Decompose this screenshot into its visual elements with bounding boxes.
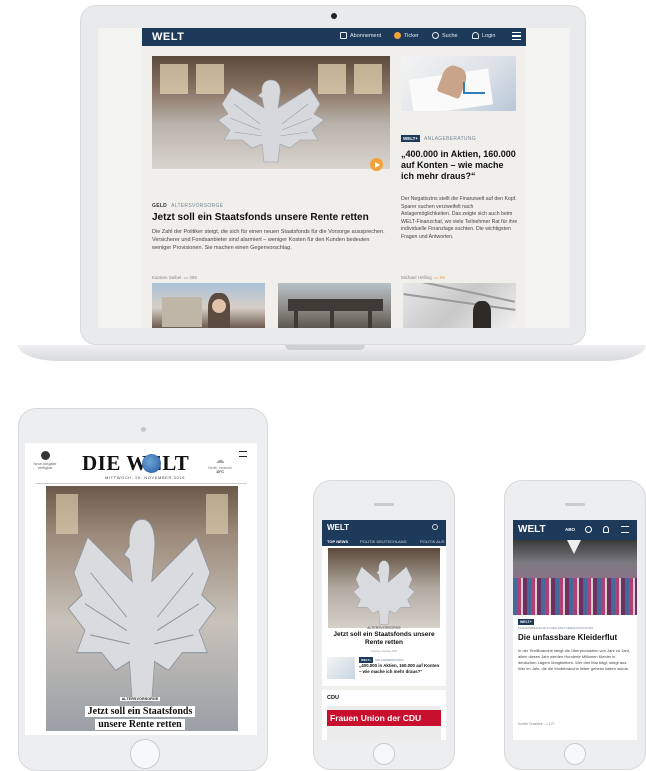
- laptop-screen: WELT Abonnement Ticker Suche Login GELD …: [98, 28, 570, 328]
- globe-icon: [142, 454, 161, 473]
- hero-comments[interactable]: 495: [189, 275, 197, 280]
- phone-1-speaker: [374, 503, 394, 506]
- phone-1-section-image[interactable]: Frauen Union der CDU: [327, 706, 441, 740]
- video-play-button[interactable]: [370, 158, 383, 171]
- ticker-icon: [394, 32, 401, 39]
- nav-suche[interactable]: Suche: [432, 32, 458, 39]
- divider: [35, 483, 247, 484]
- nav-abonnement[interactable]: Abonnement: [340, 32, 381, 39]
- tab-politik-ausland[interactable]: POLITIK AUS: [420, 539, 444, 544]
- comment-icon: ▭: [544, 722, 548, 726]
- search-icon: [432, 32, 439, 39]
- eagle-icon: [67, 518, 217, 703]
- tablet-headline: Jetzt soll ein Staatsfonds unsere Rente …: [75, 705, 205, 731]
- phone-1-item-headline[interactable]: „400.000 in Aktien, 160.000 auf Konten –…: [359, 663, 441, 674]
- user-icon: [472, 32, 479, 39]
- divider: [322, 686, 446, 690]
- side-article-image[interactable]: [401, 56, 516, 111]
- side-headline[interactable]: „400.000 in Aktien, 160.000 auf Konten –…: [401, 149, 519, 182]
- phone-2-screen: WELT ABO WELT+ FASHIONBRANCHE IN DER WEL…: [513, 520, 637, 740]
- comment-icon: ▭: [183, 275, 189, 280]
- search-icon[interactable]: [432, 524, 438, 530]
- phone-1-meta: Karsten Seibel 495: [371, 649, 397, 653]
- teaser-tile-2[interactable]: [278, 283, 391, 328]
- phone-1-item-image[interactable]: [327, 657, 355, 679]
- phone-1-hero-image[interactable]: [328, 548, 440, 628]
- welt-logo[interactable]: WELT: [152, 31, 184, 43]
- side-kicker-row: WELT+ ANLAGEBERATUNG: [401, 135, 476, 142]
- phone-1-kicker: ALTERSVORSORGE: [367, 626, 401, 630]
- side-comments[interactable]: 99: [440, 275, 445, 280]
- comment-icon: ▭: [434, 275, 439, 280]
- hero-author[interactable]: Karsten Seibel: [152, 275, 181, 280]
- edition-date: MITTWOCH, 20. NOVEMBER 2019: [105, 475, 185, 480]
- tab-top-news[interactable]: TOP NEWS: [327, 539, 348, 544]
- teaser-tile-1[interactable]: [152, 283, 265, 328]
- teaser-tile-3[interactable]: [403, 283, 516, 328]
- phone-1-header: WELT: [322, 520, 446, 536]
- hero-meta: Karsten Seibel ▭ 495: [152, 275, 197, 281]
- side-meta: Michael Höfling ▭ 99: [401, 275, 445, 281]
- phone-2-meta: Anette Dowideit ▭ 127: [518, 722, 555, 726]
- phone-2-teaser: In der Textilbranche steigt die Überprod…: [518, 648, 630, 671]
- laptop-camera: [331, 13, 337, 19]
- tab-politik-deutschland[interactable]: POLITIK DEUTSCHLAND: [360, 539, 406, 544]
- welt-plus-badge: WELT+: [401, 135, 421, 142]
- tablet-hero-caption[interactable]: ALTERSVORSORGE Jetzt soll ein Staatsfond…: [75, 687, 205, 731]
- site-header: WELT Abonnement Ticker Suche Login: [142, 28, 526, 46]
- user-icon[interactable]: [603, 526, 609, 533]
- phone-2-speaker: [565, 503, 585, 506]
- cdu-banner: Frauen Union der CDU: [327, 710, 441, 726]
- newspaper-icon: [340, 32, 347, 39]
- phone-1-tabs: TOP NEWS POLITIK DEUTSCHLAND POLITIK AUS: [322, 536, 446, 546]
- phone-2-headline[interactable]: Die unfassbare Kleiderflut: [518, 633, 632, 642]
- laptop-notch: [285, 345, 365, 350]
- side-teaser: Der Negativzins stellt die Finanzwelt au…: [401, 196, 518, 240]
- cloud-icon: ☁: [215, 455, 225, 465]
- nav-ticker[interactable]: Ticker: [394, 32, 419, 39]
- phone-1-screen: WELT TOP NEWS POLITIK DEUTSCHLAND POLITI…: [322, 520, 446, 740]
- menu-icon[interactable]: [239, 451, 247, 457]
- welt-logo[interactable]: WELT: [327, 523, 349, 532]
- menu-icon[interactable]: [621, 526, 629, 533]
- tablet-home-button: [130, 739, 160, 769]
- welt-plus-badge: WELT+: [518, 619, 534, 625]
- edition-icon: [40, 451, 50, 460]
- menu-icon[interactable]: [512, 32, 521, 40]
- phone-1-section[interactable]: CDU: [327, 695, 339, 701]
- device-showcase: WELT Abonnement Ticker Suche Login GELD …: [0, 0, 646, 771]
- eagle-icon: [217, 79, 325, 163]
- weather-widget[interactable]: ☁ Berlin, bedeckt 10°C: [205, 455, 235, 474]
- abo-link[interactable]: ABO: [565, 527, 575, 532]
- welt-logo[interactable]: WELT: [518, 524, 546, 535]
- phone-2-kicker: FASHIONBRANCHE IN DER WELTVERSCHMUTZUNG: [518, 626, 594, 630]
- phone-2-home-button: [564, 743, 586, 765]
- phone-2-header: WELT ABO: [513, 520, 637, 540]
- eagle-icon: [353, 560, 415, 625]
- tablet-kicker: ALTERSVORSORGE: [119, 697, 161, 701]
- tablet-screen: Neue Ausgabe verfügbar DIE WELT ☁ Berlin…: [25, 443, 257, 735]
- tablet-camera: [141, 427, 146, 432]
- nav-login[interactable]: Login: [472, 32, 495, 39]
- phone-2-hero-image[interactable]: [513, 540, 637, 615]
- hero-headline[interactable]: Jetzt soll ein Staatsfonds unsere Rente …: [152, 212, 392, 223]
- hero-teaser: Die Zahl der Politiker steigt, die sich …: [152, 229, 385, 251]
- search-icon[interactable]: [585, 526, 592, 533]
- phone-1-headline[interactable]: Jetzt soll ein Staatsfonds unsere Rente …: [332, 631, 436, 647]
- phone-1-home-button: [373, 743, 395, 765]
- hero-image[interactable]: [152, 56, 390, 169]
- hero-kicker[interactable]: GELD ALTERSVORSORGE: [152, 203, 223, 209]
- indicator-arrow: [567, 540, 581, 554]
- die-welt-logo[interactable]: DIE WELT: [82, 451, 189, 476]
- new-edition-widget[interactable]: Neue Ausgabe verfügbar: [31, 451, 59, 470]
- side-author[interactable]: Michael Höfling: [401, 275, 432, 280]
